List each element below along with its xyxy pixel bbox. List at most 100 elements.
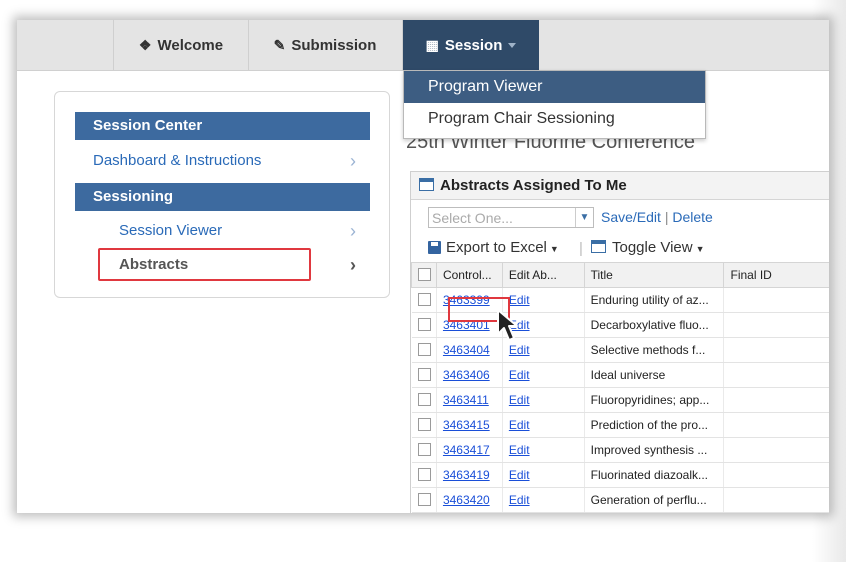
select-all-cell: [411, 262, 437, 288]
control-id-link[interactable]: 3463415: [443, 418, 490, 432]
abstracts-panel-header: Abstracts Assigned To Me: [411, 172, 829, 200]
row-checkbox[interactable]: [417, 417, 431, 431]
row-checkbox-cell: [411, 487, 437, 513]
row-checkbox-cell: [411, 412, 437, 438]
grid-toolbar: Export to Excel ▼ | Toggle View ▼: [411, 235, 829, 261]
control-id-link[interactable]: 3463404: [443, 343, 490, 357]
filter-bar: Select One... ▼ Save/Edit | Delete: [411, 200, 829, 232]
nav-session[interactable]: ▦ Session: [403, 20, 539, 70]
toggle-view-label: Toggle View: [612, 239, 693, 256]
edit-link[interactable]: Edit: [509, 343, 530, 357]
nav-submission[interactable]: ✎ Submission: [248, 20, 403, 70]
view-actions: Save/Edit | Delete: [601, 209, 713, 225]
control-id-link[interactable]: 3463411: [443, 393, 489, 407]
delete-link[interactable]: Delete: [672, 209, 712, 225]
table-row: 3463411 Edit Fluoropyridines; app...: [411, 387, 829, 413]
title-cell: Selective methods f...: [584, 337, 725, 363]
table-row: 3463406 Edit Ideal universe: [411, 362, 829, 388]
control-cell: 3463404: [436, 337, 503, 363]
menu-item-program-viewer[interactable]: Program Viewer: [404, 71, 705, 103]
row-checkbox-cell: [411, 362, 437, 388]
edit-cell: Edit: [502, 387, 585, 413]
row-checkbox[interactable]: [417, 292, 431, 306]
edit-link[interactable]: Edit: [509, 468, 530, 482]
row-checkbox[interactable]: [417, 442, 431, 456]
column-header-control[interactable]: Control...: [435, 262, 503, 288]
row-checkbox[interactable]: [417, 392, 431, 406]
save-edit-link[interactable]: Save/Edit: [601, 209, 661, 225]
select-value: Select One...: [432, 210, 513, 226]
row-checkbox[interactable]: [417, 317, 431, 331]
final-id-cell: [723, 312, 829, 338]
mouse-pointer-icon: [497, 309, 518, 341]
row-checkbox-cell: [411, 337, 437, 363]
edit-link[interactable]: Edit: [509, 293, 530, 307]
chevron-right-icon: ›: [350, 221, 356, 241]
sidebar-item-session-viewer[interactable]: Session Viewer ›: [75, 216, 370, 246]
final-id-cell: [723, 412, 829, 438]
control-id-link[interactable]: 3463417: [443, 443, 490, 457]
nav-welcome[interactable]: ❖ Welcome: [113, 20, 249, 70]
title-cell: Generation of perflu...: [584, 487, 725, 513]
highlight-box-abstracts: [98, 248, 311, 281]
row-checkbox[interactable]: [417, 342, 431, 356]
nav-submission-label: Submission: [291, 36, 377, 54]
sidebar-item-label: Session Viewer: [119, 222, 223, 239]
edit-link[interactable]: Edit: [509, 393, 530, 407]
row-checkbox[interactable]: [417, 467, 431, 481]
final-id-cell: [723, 287, 829, 313]
title-cell: Decarboxylative fluo...: [584, 312, 725, 338]
session-dropdown-menu: Program Viewer Program Chair Sessioning: [403, 70, 706, 139]
row-checkbox[interactable]: [417, 492, 431, 506]
chevron-right-icon: ›: [350, 151, 356, 171]
table-header-row: Control... Edit Ab... Title Final ID: [411, 262, 829, 288]
sidebar-header-sessioning: Sessioning: [75, 183, 370, 211]
row-checkbox[interactable]: [417, 367, 431, 381]
control-id-link[interactable]: 3463406: [443, 368, 490, 382]
table-row: 3463404 Edit Selective methods f...: [411, 337, 829, 363]
row-checkbox-cell: [411, 387, 437, 413]
pencil-icon: ✎: [273, 36, 286, 53]
grid-icon: [591, 240, 606, 253]
chevron-down-icon: [508, 42, 517, 48]
chevron-down-icon: ▼: [695, 244, 705, 254]
row-checkbox-cell: [411, 462, 437, 488]
column-header-final-id[interactable]: Final ID: [723, 262, 829, 288]
separator: |: [664, 209, 669, 225]
nav-session-label: Session: [444, 36, 503, 54]
control-cell: 3463411: [436, 387, 503, 413]
control-id-link[interactable]: 3463419: [443, 468, 490, 482]
menu-item-program-chair-sessioning[interactable]: Program Chair Sessioning: [404, 103, 705, 135]
control-id-link[interactable]: 3463420: [443, 493, 490, 507]
edit-cell: Edit: [502, 487, 585, 513]
chevron-down-icon[interactable]: ▼: [575, 208, 593, 227]
edit-link[interactable]: Edit: [509, 368, 530, 382]
title-cell: Fluoropyridines; app...: [584, 387, 725, 413]
export-excel-button[interactable]: Export to Excel ▼: [428, 239, 559, 256]
edit-link[interactable]: Edit: [509, 443, 530, 457]
home-icon: ❖: [138, 36, 152, 53]
final-id-cell: [723, 437, 829, 463]
edit-cell: Edit: [502, 362, 585, 388]
edit-link[interactable]: Edit: [509, 418, 530, 432]
sidebar-item-dashboard[interactable]: Dashboard & Instructions ›: [75, 146, 370, 176]
saved-view-select[interactable]: Select One... ▼: [428, 207, 594, 228]
control-cell: 3463417: [436, 437, 503, 463]
edit-link[interactable]: Edit: [509, 493, 530, 507]
title-cell: Prediction of the pro...: [584, 412, 725, 438]
export-label: Export to Excel: [446, 239, 547, 256]
abstracts-panel-title: Abstracts Assigned To Me: [440, 177, 627, 194]
control-cell: 3463420: [436, 487, 503, 513]
row-checkbox-cell: [411, 287, 437, 313]
final-id-cell: [723, 387, 829, 413]
column-header-edit[interactable]: Edit Ab...: [501, 262, 585, 288]
title-cell: Enduring utility of az...: [584, 287, 725, 313]
table-row: 3463415 Edit Prediction of the pro...: [411, 412, 829, 438]
control-cell: 3463415: [436, 412, 503, 438]
top-nav: ❖ Welcome ✎ Submission ▦ Session: [17, 20, 829, 71]
select-all-checkbox[interactable]: [418, 267, 431, 281]
table-row: 3463420 Edit Generation of perflu...: [411, 487, 829, 513]
sidebar-item-label: Dashboard & Instructions: [93, 152, 262, 169]
toggle-view-button[interactable]: Toggle View ▼: [591, 239, 705, 256]
column-header-title[interactable]: Title: [583, 262, 725, 288]
